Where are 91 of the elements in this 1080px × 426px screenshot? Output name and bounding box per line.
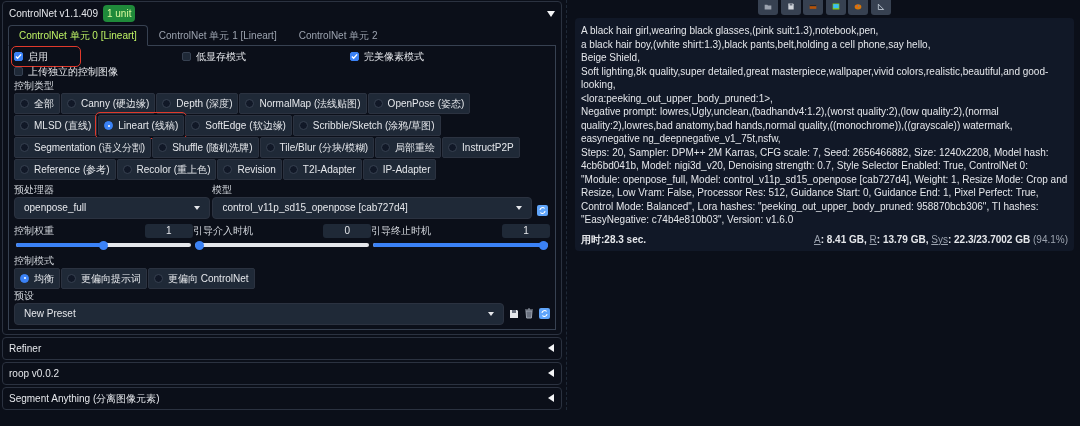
radio-option[interactable]: InstructP2P <box>442 137 520 158</box>
generation-info-text: Soft lighting,8k quality,super detailed,great masterpiece,wallpaper,vivid colors,realistic,beautiful,and good-looking, <box>581 64 1050 92</box>
radio-option[interactable]: MLSD (直线) <box>14 115 98 136</box>
checkbox-option[interactable]: 低显存模式 <box>182 49 246 64</box>
field-label: 控制模式 <box>14 254 55 267</box>
radio-option[interactable]: Canny (硬边缘) <box>61 93 156 114</box>
collapse-icon[interactable] <box>547 9 555 18</box>
toolbar-button[interactable] <box>758 0 779 15</box>
generation-info-text: Beige Shield, <box>581 51 641 65</box>
radio-option[interactable]: OpenPose (姿态) <box>367 93 471 114</box>
memory-value: : 8.41 GB, <box>820 233 868 245</box>
model-dropdown[interactable]: control_v11p_sd15_openpose [cab727d4] <box>212 196 532 219</box>
slider-thumb[interactable] <box>194 240 204 250</box>
section-title: Refiner <box>9 341 42 356</box>
expand-icon[interactable] <box>547 369 555 377</box>
radio-option[interactable]: 更偏向提示词 <box>61 267 147 289</box>
radio-option[interactable]: 均衡 <box>14 267 60 289</box>
slider-label: 控制权重 <box>14 224 54 237</box>
checkbox-option[interactable]: 上传独立的控制图像 <box>14 64 118 79</box>
slider-track[interactable] <box>194 240 370 250</box>
memory-value: : 13.79 GB, <box>876 233 930 245</box>
radio-option[interactable]: Tile/Blur (分块/模糊) <box>259 137 375 158</box>
section-title: Segment Anything (分离图像元素) <box>9 391 160 406</box>
radio-option[interactable]: Depth (深度) <box>156 93 239 114</box>
preprocessor-dropdown[interactable]: openpose_full <box>14 196 210 219</box>
memory-percent: (94.1%) <box>1033 233 1068 245</box>
check-icon <box>15 53 22 60</box>
memory-label: R <box>869 233 877 245</box>
field-label: 预处理器 <box>14 183 55 196</box>
radio-option[interactable]: NormalMap (法线贴图) <box>239 93 367 114</box>
preset-dropdown[interactable]: New Preset <box>14 302 504 325</box>
caret-icon <box>193 205 200 210</box>
number-field[interactable]: 0 <box>323 223 372 238</box>
tab[interactable]: ControlNet 单元 0 [Lineart] <box>8 25 148 46</box>
memory-label: Sys <box>931 233 948 245</box>
expand-icon[interactable] <box>547 394 555 402</box>
elapsed-time: 用时:28.3 sec. <box>581 232 647 247</box>
generation-info-text: Steps: 20, Sampler: DPM++ 2M Karras, CFG scale: 7, Seed: 2656466882, Size: 1240x2208, Model hash: 4cb6bd041b, Model: nigi3d_v20, Denoising strength: 0.7, Style Selector Enabled: True, ControlNet 0: "Module: openpose_full, Model: control_v11p_sd15_openpose [cab727d4], Weight: 1, Resize Mode: Crop and Resize, Low Vram: False, Processor Res: 512, Guidance Start: 0, Guidance End: 1, Pixel Perfect: True, Control Mode: Balanced", Lora hashes: "peeking_out_upper_body_pruned: 958870bcb306", TI hashes: "EasyNegative: c74b4e810b03", Version: v1.6.0 <box>581 145 1068 227</box>
radio-option[interactable]: Scribble/Sketch (涂鸦/草图) <box>292 115 441 136</box>
caret-icon <box>488 311 494 316</box>
field-label: 预设 <box>14 289 35 302</box>
tab[interactable]: ControlNet 单元 1 [Lineart] <box>147 25 288 46</box>
generation-info-text: <lora:peeking_out_upper_body_pruned:1>, <box>581 91 774 105</box>
caret-icon <box>515 205 522 210</box>
radio-option[interactable]: T2I-Adapter <box>282 159 362 180</box>
save-icon[interactable] <box>509 308 519 319</box>
slider-label: 引导介入时机 <box>192 224 253 237</box>
section-title: roop v0.0.2 <box>9 366 60 381</box>
tab[interactable]: ControlNet 单元 2 <box>287 25 389 46</box>
refresh-icon[interactable] <box>539 308 550 319</box>
picture-icon <box>831 1 840 12</box>
ruler-icon <box>876 1 885 12</box>
memory-label: A <box>813 233 821 245</box>
generation-info-text: a black hair boy,(white shirt:1.3),black pants,belt,holding a cell phone,say hello, <box>581 37 932 51</box>
radio-option[interactable]: IP-Adapter <box>362 159 437 180</box>
radio-option[interactable]: Revision <box>217 159 282 180</box>
slider-track[interactable] <box>373 240 548 250</box>
generation-info-text: easynegative ng_deepnegative_v1_75t,nsfw, <box>581 132 782 146</box>
radio-option[interactable]: 局部重绘 <box>375 137 442 158</box>
field-label: 模型 <box>212 183 234 196</box>
number-field[interactable]: 1 <box>502 223 550 238</box>
radio-option[interactable]: 更偏向 ControlNet <box>148 267 255 289</box>
unit-badge: 1 unit <box>102 5 136 22</box>
checkbox-option[interactable]: 启用 <box>14 49 78 64</box>
expand-icon[interactable] <box>547 344 555 352</box>
trash-icon[interactable] <box>524 308 534 319</box>
toolbar-button[interactable] <box>870 0 891 15</box>
radio-option[interactable]: Lineart (线稿) <box>98 115 185 136</box>
field-label: 控制类型 <box>14 80 55 92</box>
checkbox-option[interactable]: 完美像素模式 <box>350 49 424 64</box>
save-icon <box>786 1 795 12</box>
slider-thumb[interactable] <box>539 240 548 250</box>
palette-icon <box>854 1 863 12</box>
toolbar-button[interactable] <box>825 0 846 15</box>
refresh-icon[interactable] <box>536 205 548 216</box>
radio-option[interactable]: Reference (参考) <box>14 159 116 180</box>
radio-option[interactable]: Recolor (重上色) <box>116 159 217 180</box>
slider-label: 引导终止时机 <box>371 224 432 237</box>
number-field[interactable]: 1 <box>144 223 193 238</box>
radio-option[interactable]: 全部 <box>14 93 60 114</box>
memory-value: : 22.3/23.7002 GB <box>947 233 1032 245</box>
check-icon <box>351 53 358 60</box>
toolbar-button[interactable] <box>848 0 869 15</box>
slider-track[interactable] <box>16 240 191 250</box>
radio-option[interactable]: Shuffle (随机洗牌) <box>152 137 259 158</box>
radio-option[interactable]: Segmentation (语义分割) <box>14 137 152 158</box>
section-title: ControlNet v1.1.409 <box>9 7 98 21</box>
slider-thumb[interactable] <box>98 240 108 250</box>
generation-info-text: A black hair girl,wearing black glasses,(pink suit:1.3),notebook,pen, <box>581 24 880 38</box>
radio-option[interactable]: SoftEdge (软边缘) <box>185 115 292 136</box>
toolbar-button[interactable] <box>780 0 801 15</box>
